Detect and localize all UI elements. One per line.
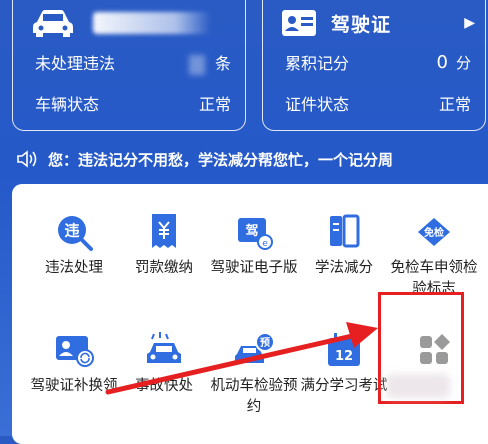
annotation-arrow-icon [105, 322, 378, 395]
